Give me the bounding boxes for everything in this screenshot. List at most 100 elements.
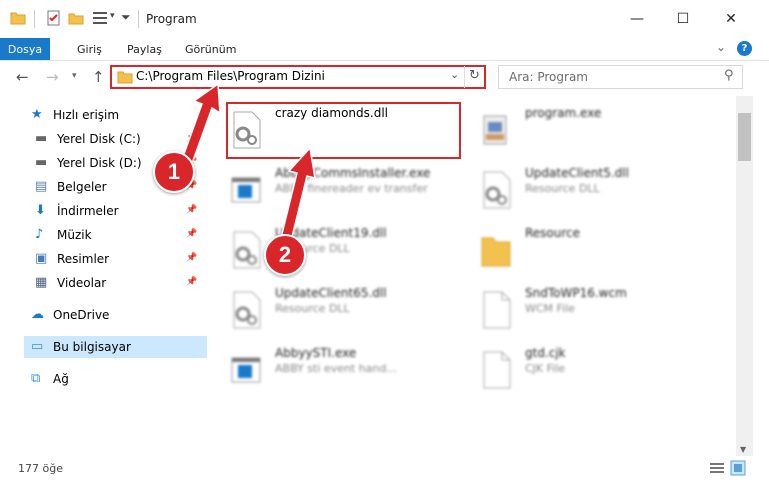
sidebar-item-7[interactable]: ▦ Videolar: [0, 272, 200, 294]
separator: [34, 10, 35, 28]
sidebar-item-label: İndirmeler: [57, 204, 119, 218]
address-path[interactable]: C:\Program Files\Program Dizini: [136, 69, 325, 83]
drive-icon: ▬: [35, 155, 48, 170]
refresh-icon[interactable]: ↻: [469, 68, 480, 83]
pin-icon[interactable]: 📌: [186, 205, 197, 215]
forward-arrow-icon[interactable]: →: [46, 68, 59, 86]
pin-icon[interactable]: 📌: [186, 229, 197, 239]
large-icons-view-icon[interactable]: [730, 460, 746, 476]
file-name: SndToWP16.wcm: [525, 286, 627, 300]
minimize-button[interactable]: —: [614, 0, 660, 38]
separator: [464, 66, 465, 88]
file-name: AbbyySTI.exe: [275, 346, 357, 360]
tab-view[interactable]: Görünüm: [185, 38, 236, 60]
sidebar-item-label: Bu bilgisayar: [53, 340, 131, 354]
sidebar-item-label: OneDrive: [53, 308, 110, 322]
sidebar-item-1[interactable]: ▬ Yerel Disk (C:): [0, 128, 200, 150]
sidebar-item-label: Müzik: [57, 228, 92, 242]
sidebar-item-8[interactable]: ☁ OneDrive: [0, 304, 200, 326]
file-item[interactable]: Resource: [480, 226, 710, 276]
ribbon-expand-icon[interactable]: ⌄: [716, 40, 726, 54]
dll-gear-icon: [233, 231, 261, 269]
folder-icon: [481, 237, 511, 267]
sidebar-item-label: Videolar: [57, 276, 107, 290]
file-name: crazy diamonds.dll: [275, 106, 389, 120]
up-arrow-icon[interactable]: ↑: [92, 68, 105, 86]
folder-icon: [117, 71, 133, 84]
file-name: Resource: [525, 226, 581, 240]
file-item[interactable]: crazy diamonds.dll: [230, 106, 460, 156]
details-view-icon[interactable]: [710, 462, 724, 474]
file-description: CJK File: [525, 362, 566, 375]
sidebar-item-4[interactable]: ⬇ İndirmeler: [0, 200, 200, 222]
maximize-button[interactable]: ☐: [660, 0, 706, 38]
sidebar-item-label: Ağ: [53, 372, 69, 386]
sidebar-item-0[interactable]: ★ Hızlı erişim: [0, 104, 200, 126]
network-icon: ⧉: [31, 371, 41, 386]
sidebar-item-6[interactable]: ▣ Resimler: [0, 248, 200, 270]
chevron-down-icon[interactable]: ▾: [110, 11, 115, 21]
documents-icon: ▤: [35, 179, 48, 194]
file-item[interactable]: UpdateClient5.dll Resource DLL: [480, 166, 710, 216]
sidebar-item-label: Yerel Disk (C:): [57, 132, 141, 146]
help-icon[interactable]: ?: [737, 41, 752, 56]
search-icon[interactable]: ⚲: [724, 68, 734, 83]
sidebar-item-label: Hızlı erişim: [53, 108, 120, 122]
pin-icon[interactable]: 📌: [186, 253, 197, 263]
tab-share[interactable]: Paylaş: [127, 38, 162, 60]
folder-icon: [10, 12, 26, 25]
window-title: Program: [146, 12, 197, 26]
file-name: UpdateClient5.dll: [525, 166, 629, 180]
sidebar-item-label: Resimler: [57, 252, 110, 266]
pin-icon[interactable]: 📌: [186, 133, 197, 143]
file-name: AbbyyCommsInstaller.exe: [275, 166, 431, 180]
file-item[interactable]: program.exe: [480, 106, 710, 156]
sidebar-item-10[interactable]: ⧉ Ağ: [0, 368, 200, 390]
dll-gear-icon: [483, 171, 511, 209]
file-name: gtd.cjk: [525, 346, 566, 360]
new-folder-icon[interactable]: [68, 10, 84, 26]
file-item[interactable]: AbbyyCommsInstaller.exe ABBY finereader e…: [230, 166, 460, 216]
file-icon: [483, 351, 511, 389]
pin-icon[interactable]: 📌: [186, 277, 197, 287]
tab-home[interactable]: Giriş: [77, 38, 102, 60]
view-options-icon[interactable]: [92, 10, 108, 26]
sidebar-item-5[interactable]: ♪ Müzik: [0, 224, 200, 246]
file-description: Resource DLL: [275, 302, 350, 315]
file-item[interactable]: gtd.cjk CJK File: [480, 346, 710, 396]
scrollbar-thumb[interactable]: [738, 113, 751, 161]
music-icon: ♪: [35, 227, 44, 242]
scroll-down-icon[interactable]: ▼: [740, 445, 746, 454]
file-description: Resource DLL: [525, 182, 600, 195]
tab-file[interactable]: Dosya: [0, 38, 50, 60]
dll-gear-icon: [233, 111, 261, 149]
file-name: UpdateClient65.dll: [275, 286, 387, 300]
drive-icon: ▬: [35, 131, 48, 146]
search-placeholder: Ara: Program: [509, 70, 588, 84]
back-arrow-icon[interactable]: ←: [16, 68, 29, 86]
dll-gear-icon: [233, 291, 261, 329]
sidebar-item-label: Yerel Disk (D:): [57, 156, 142, 170]
sidebar-item-label: Belgeler: [57, 180, 107, 194]
ribbon: [0, 38, 769, 61]
file-description: ABBY sti event hand...: [275, 362, 397, 375]
annotation-badge-2: 2: [264, 234, 306, 276]
videos-icon: ▦: [35, 275, 48, 290]
properties-icon[interactable]: [46, 10, 62, 26]
customize-toolbar-icon[interactable]: ⏷: [121, 10, 131, 25]
file-icon: [483, 291, 511, 329]
file-name: program.exe: [525, 106, 602, 120]
file-item[interactable]: SndToWP16.wcm WCM File: [480, 286, 710, 336]
address-dropdown-icon[interactable]: ⌄: [450, 68, 459, 81]
file-item[interactable]: AbbyySTI.exe ABBY sti event hand...: [230, 346, 460, 396]
annotation-badge-1: 1: [153, 151, 195, 193]
exe-icon: [483, 115, 507, 145]
file-item[interactable]: UpdateClient65.dll Resource DLL: [230, 286, 460, 336]
file-description: ABBY finereader ev transfer: [275, 182, 428, 195]
sidebar-item-9[interactable]: ▭ Bu bilgisayar: [24, 336, 207, 358]
recent-chevron-icon[interactable]: ▾: [72, 71, 77, 81]
close-button[interactable]: ✕: [708, 0, 754, 38]
item-count: 177 öğe: [18, 462, 63, 475]
file-description: WCM File: [525, 302, 575, 315]
separator: [138, 10, 139, 28]
